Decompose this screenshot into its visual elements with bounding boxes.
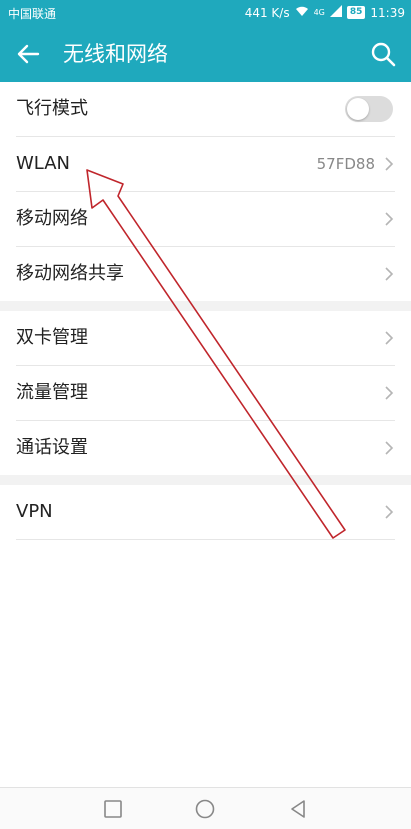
- nav-back-button[interactable]: [287, 798, 309, 820]
- app-bar: 无线和网络: [0, 26, 411, 82]
- network-speed: 441 K/s: [244, 5, 290, 20]
- vpn-label: VPN: [16, 501, 53, 522]
- airplane-mode-label: 飞行模式: [16, 98, 88, 119]
- triangle-back-icon: [291, 800, 305, 818]
- section-divider: [0, 301, 411, 311]
- recents-button[interactable]: [102, 798, 124, 820]
- chevron-right-icon: [385, 267, 394, 281]
- wlan-label: WLAN: [16, 153, 71, 174]
- settings-screen: 中国联通 441 K/s 4G 85 11:39 无线和网络 飞行模式 WLAN…: [0, 0, 411, 829]
- square-icon: [104, 800, 122, 818]
- search-button[interactable]: [369, 40, 397, 68]
- section-divider: [0, 475, 411, 485]
- wlan-network-name: 57FD88: [316, 155, 375, 173]
- call-settings-label: 通话设置: [16, 437, 88, 458]
- signal-icon: [329, 5, 342, 20]
- call-settings-row[interactable]: 通话设置: [16, 421, 395, 475]
- system-nav-bar: [0, 787, 411, 829]
- mobile-network-label: 移动网络: [16, 208, 88, 229]
- tethering-row[interactable]: 移动网络共享: [16, 247, 395, 301]
- data-usage-row[interactable]: 流量管理: [16, 366, 395, 421]
- chevron-right-icon: [385, 505, 394, 519]
- carrier-name: 中国联通: [8, 7, 57, 21]
- page-title: 无线和网络: [63, 42, 168, 66]
- data-usage-label: 流量管理: [16, 382, 88, 403]
- circle-icon: [195, 799, 215, 819]
- network-type: 4G: [313, 8, 325, 17]
- tethering-label: 移动网络共享: [16, 263, 124, 284]
- chevron-right-icon: [385, 212, 394, 226]
- home-button[interactable]: [194, 798, 216, 820]
- status-bar: 中国联通 441 K/s 4G 85 11:39: [0, 0, 411, 26]
- wifi-icon: [295, 5, 309, 20]
- status-indicators: 441 K/s 4G 85 11:39: [245, 5, 405, 20]
- vpn-row[interactable]: VPN: [16, 485, 395, 540]
- chevron-right-icon: [385, 157, 394, 171]
- toggle-knob: [347, 98, 369, 120]
- dual-sim-label: 双卡管理: [16, 327, 88, 348]
- airplane-mode-toggle[interactable]: [345, 96, 393, 122]
- dual-sim-row[interactable]: 双卡管理: [16, 311, 395, 366]
- search-icon: [371, 42, 396, 67]
- settings-list: 飞行模式 WLAN 57FD88 移动网络 移动网络共享 双卡管理 流量管理 通…: [0, 82, 411, 540]
- wlan-row[interactable]: WLAN 57FD88: [16, 137, 395, 192]
- airplane-mode-row[interactable]: 飞行模式: [16, 82, 395, 137]
- arrow-left-icon: [17, 44, 40, 64]
- battery-level: 85: [346, 6, 366, 19]
- chevron-right-icon: [385, 441, 394, 455]
- chevron-right-icon: [385, 386, 394, 400]
- mobile-network-row[interactable]: 移动网络: [16, 192, 395, 247]
- back-button[interactable]: [14, 40, 42, 68]
- clock: 11:39: [370, 5, 405, 20]
- chevron-right-icon: [385, 331, 394, 345]
